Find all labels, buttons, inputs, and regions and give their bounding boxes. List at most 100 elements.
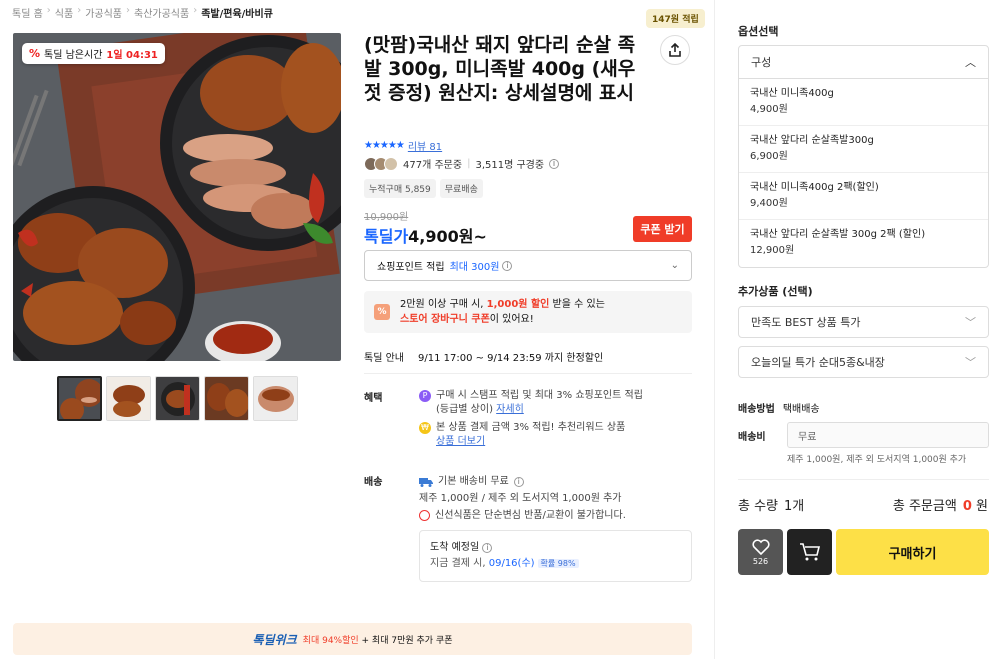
details-link[interactable]: 자세히 xyxy=(496,404,524,415)
option-list: 구성 ︿ 국내산 미니족400g 4,900원 국내산 앞다리 순살족발300g… xyxy=(738,45,989,268)
shipping-fee-note: 제주 1,000원, 제주 외 도서지역 1,000원 추가 xyxy=(787,455,967,465)
shipping-label: 배송 xyxy=(364,477,383,488)
viewer-count: 3,511명 구경중 xyxy=(475,160,545,171)
shipping-method-label: 배송방법 xyxy=(738,404,775,415)
thumbnail[interactable] xyxy=(204,376,249,421)
shipping-fee-text: 기본 배송비 무료 xyxy=(438,476,509,487)
product-main-image xyxy=(13,33,341,361)
deal-timer: % 톡딜 남은시간 1일 04:31 xyxy=(22,43,165,64)
option-item[interactable]: 국내산 앞다리 순살족발300g 6,900원 xyxy=(739,126,988,173)
points-badge: 147원 적립 xyxy=(646,9,705,28)
timer-time: 1일 04:31 xyxy=(106,50,158,61)
addon-dropdown[interactable]: 만족도 BEST 상품 특가 ﹀ xyxy=(738,306,989,338)
chevron-down-icon: ﹀ xyxy=(965,356,976,369)
arrival-title: 도착 예정일 xyxy=(430,542,480,553)
chevron-down-icon: ⌄ xyxy=(670,260,679,271)
benefit-item: P 구매 시 스탬프 적립 및 최대 3% 쇼핑포인트 적립 (등급별 상이) … xyxy=(419,389,643,417)
promo-banner[interactable]: 톡딜위크 최대 94%할인 + 최대 7만원 추가 쿠폰 xyxy=(13,623,692,655)
arrival-estimate: 도착 예정일 i 지금 결제 시, 09/16(수) 확률 98% xyxy=(419,530,692,582)
share-button[interactable] xyxy=(660,35,690,65)
divider xyxy=(364,373,692,374)
buy-now-button[interactable]: 구매하기 xyxy=(836,529,989,575)
thumbnail[interactable] xyxy=(106,376,151,421)
benefit-label: 혜택 xyxy=(364,393,383,404)
benefit-text: 본 상품 결제 금액 3% 적립! 추천리워드 상품 xyxy=(436,422,626,433)
breadcrumb-item[interactable]: 족발/편육/바비큐 xyxy=(201,5,273,20)
option-item[interactable]: 국내산 미니족400g 2팩(할인) 9,400원 xyxy=(739,173,988,220)
option-item[interactable]: 국내산 앞다리 순살족발 300g 2팩 (할인) 12,900원 xyxy=(739,220,988,267)
promo-text: 2만원 이상 구매 시, xyxy=(400,299,487,310)
cumulative-purchase-chip: 누적구매 5,859 xyxy=(364,179,436,198)
thumbnail-list xyxy=(57,376,298,421)
free-shipping-chip: 무료배송 xyxy=(439,179,483,198)
chevron-down-icon: ﹀ xyxy=(965,316,976,329)
heart-icon xyxy=(751,538,770,555)
option-item[interactable]: 국내산 미니족400g 4,900원 xyxy=(739,79,988,126)
total-price: 총 주문금액 0 원 xyxy=(893,495,988,514)
reward-icon: ₩ xyxy=(419,422,431,434)
total-quantity-value: 1개 xyxy=(784,499,805,514)
option-name: 국내산 미니족400g 2팩(할인) xyxy=(750,182,879,193)
price-row: 톡딜가 4,900원~ xyxy=(364,223,487,247)
product-chips: 누적구매 5,859 무료배송 xyxy=(364,179,483,198)
addon-dropdown[interactable]: 오늘의딜 특가 순대5종&내장 ﹀ xyxy=(738,346,989,378)
rating-row: ★★★★★ 리뷰 81 xyxy=(364,138,442,153)
chevron-up-icon: ︿ xyxy=(965,56,976,69)
info-icon: i xyxy=(502,260,513,271)
info-icon[interactable]: i xyxy=(482,543,493,553)
banner-text: + 최대 7만원 추가 쿠폰 xyxy=(358,635,453,646)
breadcrumb-item[interactable]: 가공식품 xyxy=(85,5,122,20)
sale-price: 4,900원~ xyxy=(408,227,487,246)
get-coupon-button[interactable]: 쿠폰 받기 xyxy=(633,216,692,242)
option-name: 국내산 앞다리 순살족발 300g 2팩 (할인) xyxy=(750,229,926,240)
order-row: 477개 주문중 | 3,511명 구경중 i xyxy=(364,156,560,171)
info-icon[interactable]: i xyxy=(549,158,560,169)
addon-title: 추가상품 (선택) xyxy=(738,285,813,298)
promo-text: 받을 수 있는 xyxy=(549,299,605,310)
store-coupon-promo[interactable]: % 2만원 이상 구매 시, 1,000원 할인 받을 수 있는 스토어 장바구… xyxy=(364,291,692,333)
option-price: 4,900원 xyxy=(750,104,788,115)
info-icon[interactable]: i xyxy=(513,476,524,487)
total-price-value: 0 xyxy=(962,499,972,514)
breadcrumb-item[interactable]: 톡딜 홈 xyxy=(12,5,43,20)
point-label: 쇼핑포인트 적립 xyxy=(377,262,445,273)
divider: | xyxy=(467,158,471,169)
thumbnail[interactable] xyxy=(57,376,102,421)
total-price-label: 총 주문금액 xyxy=(892,499,957,514)
option-price: 12,900원 xyxy=(750,245,795,256)
option-group-header[interactable]: 구성 ︿ xyxy=(739,46,988,79)
shipping-fee-label: 배송비 xyxy=(738,432,766,443)
more-products-link[interactable]: 상품 더보기 xyxy=(436,436,485,447)
chevron-right-icon: › xyxy=(77,5,82,16)
cart-button[interactable] xyxy=(787,529,832,575)
order-count: 477개 주문중 xyxy=(403,160,463,171)
promo-text: 이 있어요! xyxy=(489,314,534,325)
shipping-info: 기본 배송비 무료 i 제주 1,000원 / 제주 외 도서지역 1,000원… xyxy=(419,473,626,524)
banner-discount: 최대 94%할인 xyxy=(302,635,359,646)
chevron-right-icon: › xyxy=(46,5,51,16)
extra-fee-text: 제주 1,000원 / 제주 외 도서지역 1,000원 추가 xyxy=(419,493,622,504)
review-link[interactable]: 리뷰 81 xyxy=(408,138,442,153)
thumbnail[interactable] xyxy=(155,376,200,421)
thumbnail[interactable] xyxy=(253,376,298,421)
addon-label: 만족도 BEST 상품 특가 xyxy=(751,316,861,329)
shopping-point-dropdown[interactable]: 쇼핑포인트 적립 최대 300원 i ⌄ xyxy=(364,250,692,281)
breadcrumb-item[interactable]: 식품 xyxy=(55,5,73,20)
addon-label: 오늘의딜 특가 순대5종&내장 xyxy=(751,356,885,369)
breadcrumb: 톡딜 홈 › 식품 › 가공식품 › 축산가공식품 › 족발/편육/바비큐 xyxy=(12,5,273,20)
arrival-date: 09/16(수) xyxy=(488,558,535,569)
total-quantity: 총 수량 1개 xyxy=(738,495,804,514)
options-title: 옵션선택 xyxy=(738,25,779,38)
deal-period: 9/11 17:00 ~ 9/14 23:59 까지 한정할인 xyxy=(417,353,604,364)
benefit-text: (등급별 상이) xyxy=(436,404,493,415)
avatar xyxy=(384,156,398,171)
option-group-label: 구성 xyxy=(751,56,772,69)
original-price: 10,900원 xyxy=(364,212,409,223)
arrival-text: 지금 결제 시, xyxy=(430,558,489,569)
option-price: 6,900원 xyxy=(750,151,788,162)
total-price-unit: 원 xyxy=(976,499,988,514)
promo-coupon-name: 스토어 장바구니 쿠폰 xyxy=(400,314,490,325)
banner-brand: 톡딜위크 xyxy=(252,632,297,647)
like-button[interactable]: 526 xyxy=(738,529,783,575)
breadcrumb-item[interactable]: 축산가공식품 xyxy=(134,5,189,20)
